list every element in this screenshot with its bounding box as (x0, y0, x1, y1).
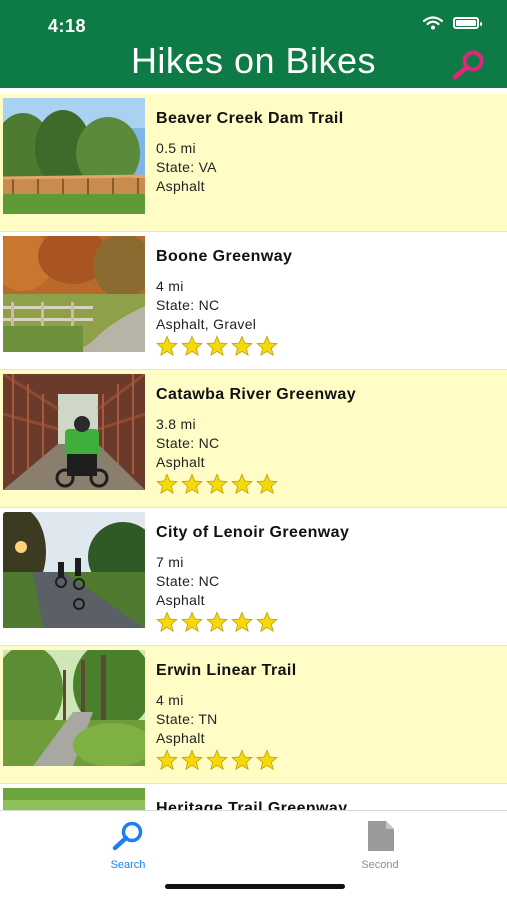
star-icon (206, 749, 228, 770)
trail-surface: Asphalt (156, 730, 205, 746)
trail-surface: Asphalt (156, 454, 205, 470)
trail-distance: 0.5 mi (156, 140, 196, 156)
trail-state: State: NC (156, 435, 220, 451)
status-time: 4:18 (48, 16, 87, 36)
bridge-cyclist-photo (3, 374, 145, 490)
star-icon (156, 473, 178, 494)
search-icon[interactable] (449, 48, 487, 82)
trail-state: State: TN (156, 711, 218, 727)
trail-state: State: NC (156, 573, 220, 589)
trail-list[interactable]: Beaver Creek Dam Trail 0.5 mi State: VA … (0, 94, 507, 900)
battery-icon (453, 17, 482, 29)
star-icon (206, 335, 228, 356)
trail-row[interactable]: Beaver Creek Dam Trail 0.5 mi State: VA … (0, 94, 507, 232)
star-icon (181, 611, 203, 632)
trail-state: State: NC (156, 297, 220, 313)
trail-name: Boone Greenway (156, 248, 293, 265)
trail-info: Beaver Creek Dam Trail 0.5 mi State: VA … (156, 110, 496, 197)
document-icon (368, 821, 394, 851)
star-icon (256, 335, 278, 356)
trail-surface: Asphalt (156, 592, 205, 608)
trail-distance: 7 mi (156, 554, 184, 570)
trail-surface: Asphalt (156, 178, 205, 194)
trail-name: Beaver Creek Dam Trail (156, 110, 344, 127)
trail-distance: 4 mi (156, 278, 184, 294)
star-icon (206, 611, 228, 632)
trail-row[interactable]: Catawba River Greenway 3.8 mi State: NC … (0, 370, 507, 508)
star-rating (156, 335, 496, 357)
star-icon (256, 473, 278, 494)
star-icon (181, 335, 203, 356)
boardwalk-photo (3, 98, 145, 214)
trail-row[interactable]: Erwin Linear Trail 4 mi State: TN Asphal… (0, 646, 507, 784)
tab-search[interactable]: Search (78, 819, 178, 871)
star-icon (231, 749, 253, 770)
trail-surface: Asphalt, Gravel (156, 316, 257, 332)
star-icon (231, 611, 253, 632)
trail-row[interactable]: City of Lenoir Greenway 7 mi State: NC A… (0, 508, 507, 646)
trail-distance: 3.8 mi (156, 416, 196, 432)
trail-state: State: VA (156, 159, 217, 175)
trail-distance: 4 mi (156, 692, 184, 708)
star-icon (156, 335, 178, 356)
sunset-path-photo (3, 512, 145, 628)
star-icon (156, 749, 178, 770)
star-icon (206, 473, 228, 494)
tab-second[interactable]: Second (330, 819, 430, 871)
trail-name: Catawba River Greenway (156, 386, 356, 403)
tab-label: Second (361, 859, 399, 871)
forest-path-photo (3, 650, 145, 766)
star-rating (156, 749, 496, 771)
status-icons (423, 16, 482, 30)
star-icon (156, 611, 178, 632)
trail-info: Boone Greenway 4 mi State: NC Asphalt, G… (156, 248, 496, 357)
autumn-path-photo (3, 236, 145, 352)
search-icon (112, 821, 143, 851)
star-icon (256, 611, 278, 632)
wifi-icon (423, 16, 443, 30)
star-icon (231, 335, 253, 356)
trail-info: Erwin Linear Trail 4 mi State: TN Asphal… (156, 662, 496, 771)
trail-name: Erwin Linear Trail (156, 662, 297, 679)
trail-info: Catawba River Greenway 3.8 mi State: NC … (156, 386, 496, 495)
star-icon (231, 473, 253, 494)
trail-name: City of Lenoir Greenway (156, 524, 350, 541)
star-icon (256, 749, 278, 770)
star-rating (156, 473, 496, 495)
app-title: Hikes on Bikes (130, 40, 377, 81)
trail-info: City of Lenoir Greenway 7 mi State: NC A… (156, 524, 496, 633)
star-icon (181, 749, 203, 770)
star-rating (156, 611, 496, 633)
trail-row[interactable]: Boone Greenway 4 mi State: NC Asphalt, G… (0, 232, 507, 370)
tab-label: Search (110, 859, 146, 871)
home-indicator (165, 884, 345, 889)
app-header: 4:18 Hikes on Bikes (0, 0, 507, 88)
star-icon (181, 473, 203, 494)
